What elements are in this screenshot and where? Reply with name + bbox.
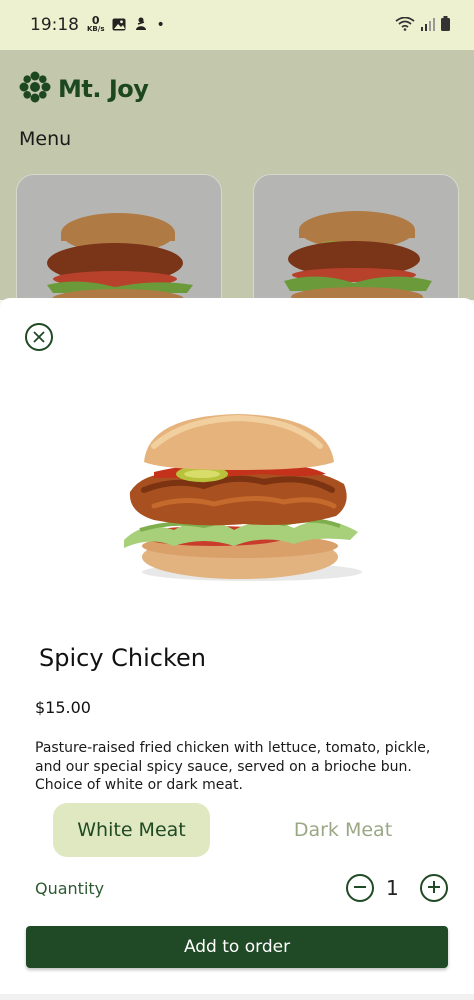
item-detail-sheet: Spicy Chicken $15.00 Pasture-raised frie… — [0, 298, 474, 1000]
brand-name: Mt. Joy — [58, 75, 149, 103]
dark-meat-option[interactable]: Dark Meat — [260, 803, 426, 857]
white-meat-option[interactable]: White Meat — [53, 803, 210, 857]
item-title: Spicy Chicken — [39, 644, 207, 672]
network-speed: 0 KB/s — [87, 14, 105, 34]
item-description: Pasture-raised fried chicken with lettuc… — [35, 740, 431, 793]
app-background: Mt. Joy Menu — [0, 50, 474, 316]
item-price: $15.00 — [35, 698, 91, 717]
menu-item-card[interactable] — [16, 174, 222, 316]
add-to-order-button[interactable]: Add to order — [26, 926, 448, 968]
status-notification-icons: 0 KB/s • — [87, 14, 165, 35]
net-speed-unit: KB/s — [87, 25, 105, 33]
status-time: 19:18 — [30, 15, 79, 35]
navigation-bar — [0, 994, 474, 1000]
close-icon — [33, 328, 45, 347]
status-dot: • — [156, 17, 165, 33]
status-bar: 19:18 0 KB/s • — [0, 0, 474, 50]
quantity-label: Quantity — [35, 879, 105, 898]
notification-app-icon — [134, 16, 148, 35]
burger-image — [254, 175, 458, 315]
battery-icon — [441, 15, 450, 35]
status-system-icons — [395, 15, 450, 35]
wifi-icon — [395, 16, 415, 35]
plus-circle-icon — [427, 879, 441, 898]
item-image — [114, 412, 364, 591]
menu-item-card[interactable] — [253, 174, 459, 316]
decrease-quantity-button[interactable] — [346, 874, 374, 902]
signal-icon — [421, 16, 435, 35]
brand-flower-icon — [18, 70, 52, 108]
net-speed-value: 0 — [91, 14, 100, 27]
increase-quantity-button[interactable] — [420, 874, 448, 902]
brand-logo[interactable]: Mt. Joy — [18, 70, 149, 108]
menu-heading: Menu — [19, 128, 72, 150]
gallery-icon — [112, 16, 126, 35]
quantity-value: 1 — [386, 876, 399, 900]
minus-circle-icon — [353, 879, 367, 898]
close-button[interactable] — [25, 323, 53, 351]
burger-image — [17, 175, 221, 315]
